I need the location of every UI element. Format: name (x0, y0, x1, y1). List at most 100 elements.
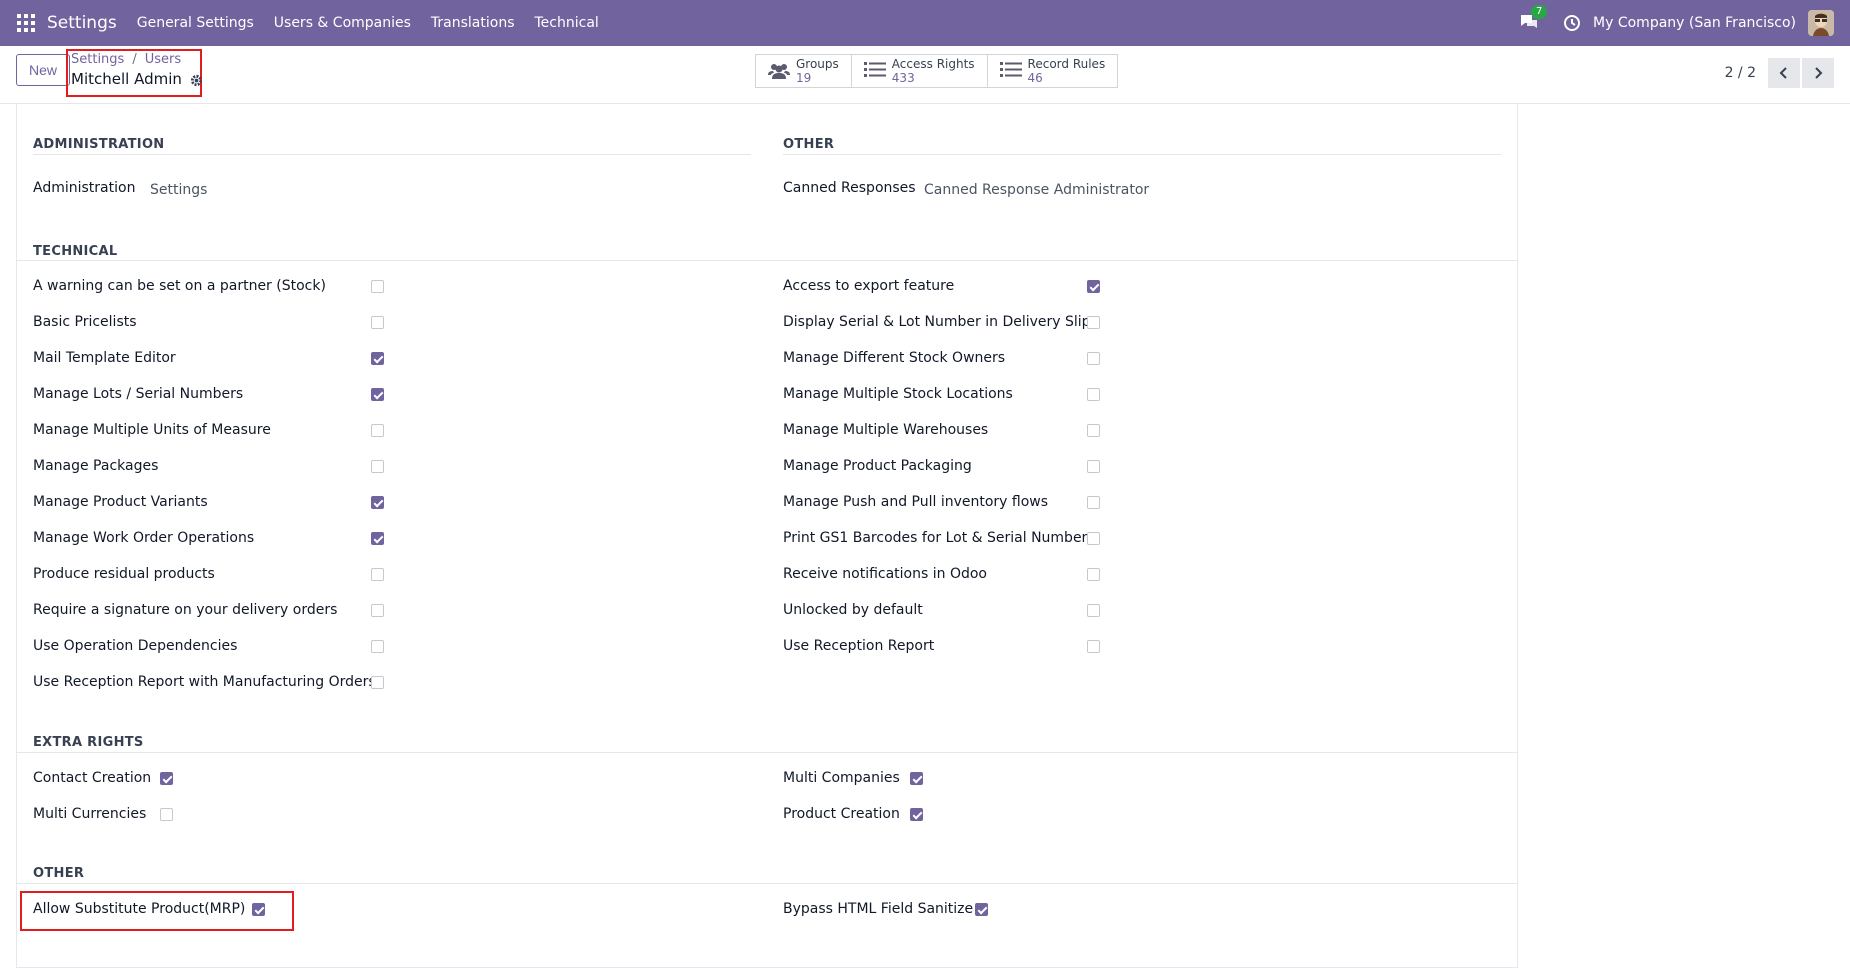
navbar-right: 7 My Company (San Francisco) (1519, 0, 1850, 46)
pager: 2 / 2 (1725, 58, 1834, 88)
technical-right-label: Access to export feature (783, 278, 955, 294)
allow-substitute-product-label: Allow Substitute Product(MRP) (33, 901, 246, 917)
extra-rights-left-checkbox[interactable] (160, 772, 173, 785)
technical-left-checkbox[interactable] (371, 568, 384, 581)
administration-label: Administration (33, 180, 136, 196)
canned-responses-value[interactable]: Canned Response Administrator (924, 182, 1149, 198)
breadcrumb-settings[interactable]: Settings (71, 52, 124, 67)
section-other-title: OTHER (783, 137, 835, 152)
section-extra-rights-title: EXTRA RIGHTS (33, 735, 144, 750)
technical-right-checkbox[interactable] (1087, 424, 1100, 437)
technical-left-checkbox[interactable] (371, 424, 384, 437)
technical-right-label: Manage Push and Pull inventory flows (783, 494, 1049, 510)
record-rules-count: 46 (1027, 71, 1043, 85)
technical-left-label: Manage Multiple Units of Measure (33, 422, 271, 438)
chat-icon[interactable]: 7 (1519, 5, 1548, 33)
technical-right-checkbox[interactable] (1087, 604, 1100, 617)
chevron-right-icon (1815, 67, 1823, 79)
menu-technical[interactable]: Technical (535, 15, 599, 31)
technical-left-checkbox[interactable] (371, 280, 384, 293)
extra-rights-right-label: Multi Companies (783, 770, 900, 786)
technical-right-label: Manage Product Packaging (783, 458, 972, 474)
technical-left-label: Manage Product Variants (33, 494, 208, 510)
extra-rights-right-label: Product Creation (783, 806, 900, 822)
technical-left-label: Manage Packages (33, 458, 159, 474)
company-switcher[interactable]: My Company (San Francisco) (1593, 15, 1796, 31)
bypass-html-sanitize-label: Bypass HTML Field Sanitize (783, 901, 974, 917)
technical-right-checkbox[interactable] (1087, 388, 1100, 401)
record-rules-smart-button[interactable]: Record Rules 46 (988, 55, 1118, 87)
technical-left-checkbox[interactable] (371, 496, 384, 509)
gear-icon[interactable] (190, 73, 203, 86)
technical-left-label: Manage Lots / Serial Numbers (33, 386, 244, 402)
divider (16, 260, 1518, 261)
allow-substitute-product-checkbox[interactable] (252, 903, 265, 916)
record-rules-label: Record Rules (1027, 57, 1106, 71)
technical-right-label: Unlocked by default (783, 602, 923, 618)
extra-rights-left-label: Contact Creation (33, 770, 152, 786)
access-rights-label: Access Rights (891, 57, 975, 71)
technical-left-label: Mail Template Editor (33, 350, 176, 366)
breadcrumb-separator: / (132, 52, 137, 67)
technical-right-checkbox[interactable] (1087, 496, 1100, 509)
technical-right-checkbox[interactable] (1087, 352, 1100, 365)
technical-left-label: A warning can be set on a partner (Stock… (33, 278, 326, 294)
pager-next-button[interactable] (1802, 58, 1834, 88)
user-avatar[interactable] (1808, 10, 1834, 36)
section-administration-title: ADMINISTRATION (33, 137, 165, 152)
technical-right-checkbox[interactable] (1087, 280, 1100, 293)
technical-left-checkbox[interactable] (371, 676, 384, 689)
users-icon (768, 61, 790, 81)
pager-previous-button[interactable] (1768, 58, 1800, 88)
technical-left-checkbox[interactable] (371, 640, 384, 653)
chat-badge: 7 (1531, 5, 1548, 19)
extra-rights-left-checkbox[interactable] (160, 808, 173, 821)
menu-general-settings[interactable]: General Settings (137, 15, 254, 31)
new-button[interactable]: New (16, 54, 71, 86)
groups-label: Groups (796, 57, 839, 71)
technical-right-checkbox[interactable] (1087, 640, 1100, 653)
technical-right-label: Use Reception Report (783, 638, 935, 654)
section-other-bottom-title: OTHER (33, 866, 85, 881)
technical-left-checkbox[interactable] (371, 352, 384, 365)
pager-value[interactable]: 2 / 2 (1725, 65, 1756, 81)
menu-users-companies[interactable]: Users & Companies (274, 15, 411, 31)
technical-right-label: Display Serial & Lot Number in Delivery … (783, 314, 1098, 330)
technical-right-checkbox[interactable] (1087, 316, 1100, 329)
access-rights-smart-button[interactable]: Access Rights 433 (852, 55, 988, 87)
administration-value[interactable]: Settings (150, 182, 207, 198)
technical-left-checkbox[interactable] (371, 316, 384, 329)
list-icon (999, 61, 1022, 81)
technical-right-checkbox[interactable] (1087, 532, 1100, 545)
divider (16, 752, 1518, 753)
app-brand[interactable]: Settings (47, 13, 117, 33)
section-technical-title: TECHNICAL (33, 244, 118, 259)
technical-left-checkbox[interactable] (371, 604, 384, 617)
extra-rights-right-checkbox[interactable] (910, 808, 923, 821)
breadcrumb-users[interactable]: Users (145, 52, 181, 67)
clock-icon[interactable] (1563, 14, 1581, 32)
divider (16, 883, 1518, 884)
technical-left-label: Produce residual products (33, 566, 215, 582)
technical-right-checkbox[interactable] (1087, 568, 1100, 581)
control-panel: New Settings / Users Mitchell Admin Grou… (0, 46, 1850, 104)
technical-right-checkbox[interactable] (1087, 460, 1100, 473)
bypass-html-sanitize-checkbox[interactable] (975, 903, 988, 916)
technical-left-checkbox[interactable] (371, 532, 384, 545)
menu-translations[interactable]: Translations (431, 15, 515, 31)
extra-rights-right-checkbox[interactable] (910, 772, 923, 785)
technical-right-label: Manage Multiple Warehouses (783, 422, 989, 438)
technical-right-label: Manage Multiple Stock Locations (783, 386, 1013, 402)
technical-right-label: Receive notifications in Odoo (783, 566, 987, 582)
technical-left-checkbox[interactable] (371, 388, 384, 401)
technical-left-label: Basic Pricelists (33, 314, 137, 330)
technical-left-label: Require a signature on your delivery ord… (33, 602, 338, 618)
apps-grid-icon[interactable] (17, 14, 35, 32)
technical-left-label: Manage Work Order Operations (33, 530, 255, 546)
groups-smart-button[interactable]: Groups 19 (756, 55, 852, 87)
technical-left-checkbox[interactable] (371, 460, 384, 473)
technical-right-label: Manage Different Stock Owners (783, 350, 1006, 366)
technical-left-label: Use Operation Dependencies (33, 638, 238, 654)
technical-left-label: Use Reception Report with Manufacturing … (33, 674, 376, 690)
technical-right-label: Print GS1 Barcodes for Lot & Serial Numb… (783, 530, 1095, 546)
